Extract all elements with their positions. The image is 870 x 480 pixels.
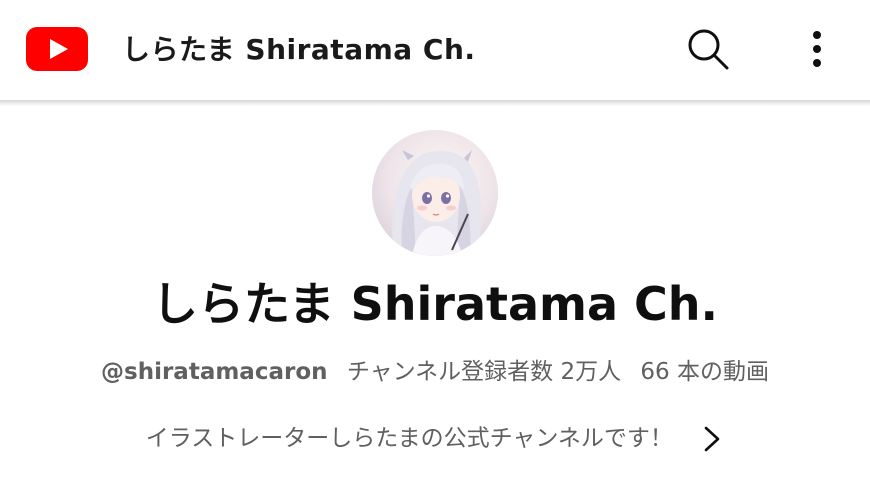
- channel-page: しらたま Shiratama Ch. しらたま Shiratama Ch. @s…: [0, 0, 870, 480]
- channel-description: イラストレーターしらたまの公式チャンネルです！: [145, 425, 673, 452]
- channel-avatar[interactable]: [372, 130, 498, 256]
- chevron-right-icon: [704, 426, 720, 451]
- more-vert-icon: [813, 31, 821, 67]
- youtube-logo-icon[interactable]: [26, 27, 88, 71]
- header-title: しらたま Shiratama Ch.: [122, 33, 476, 66]
- search-icon: [688, 29, 729, 70]
- more-options-button[interactable]: [800, 26, 834, 74]
- channel-name: しらたま Shiratama Ch.: [151, 277, 718, 331]
- channel-meta: @shiratamacaron チャンネル登録者数 2万人 66 本の動画: [0, 352, 870, 392]
- channel-avatar-illustration: [372, 130, 498, 256]
- video-count: 66 本の動画: [640, 359, 769, 385]
- channel-description-button[interactable]: イラストレーターしらたまの公式チャンネルです！: [0, 416, 870, 460]
- channel-handle: @shiratamacaron: [101, 359, 328, 385]
- top-app-bar-shadow: [0, 100, 870, 106]
- subscriber-count: チャンネル登録者数 2万人: [346, 359, 622, 385]
- search-button[interactable]: [684, 26, 732, 74]
- top-app-bar: しらたま Shiratama Ch.: [0, 0, 870, 100]
